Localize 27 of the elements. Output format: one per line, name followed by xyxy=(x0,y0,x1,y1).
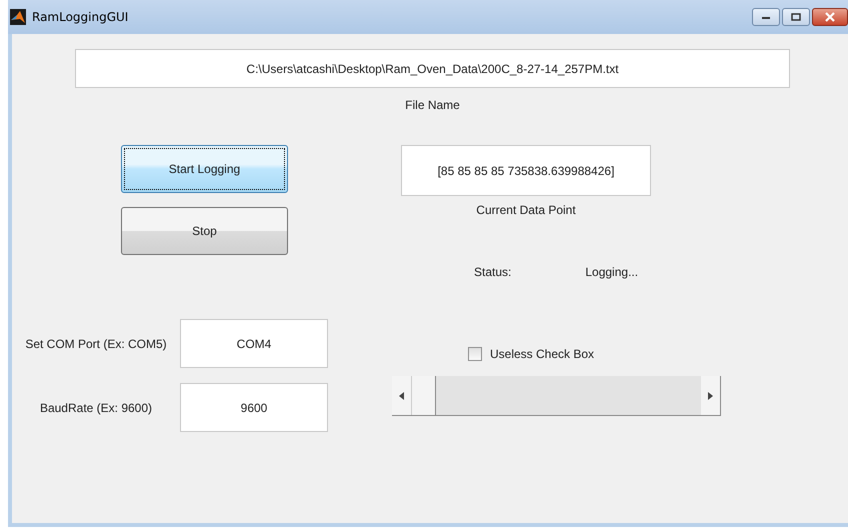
close-button[interactable] xyxy=(812,8,848,26)
file-name-label: File Name xyxy=(405,98,460,112)
horizontal-slider[interactable] xyxy=(392,376,721,416)
maximize-button[interactable] xyxy=(782,8,810,26)
left-triangle-icon xyxy=(399,392,404,400)
baud-rate-label: BaudRate (Ex: 9600) xyxy=(38,400,154,414)
maximize-icon xyxy=(791,13,801,21)
minimize-icon xyxy=(761,14,771,20)
window-title: RamLoggingGUI xyxy=(32,10,128,24)
useless-checkbox[interactable]: Useless Check Box xyxy=(468,347,721,361)
app-logo-icon xyxy=(10,9,26,25)
stop-button[interactable]: Stop xyxy=(121,207,288,255)
file-name-field[interactable]: C:\Users\atcashi\Desktop\Ram_Oven_Data\200C_8-27-14_257PM.txt xyxy=(75,49,790,88)
current-data-point-label: Current Data Point xyxy=(476,203,576,217)
right-arrow-button[interactable] xyxy=(701,376,720,415)
current-data-point-field: [85 85 85 85 735838.639988426] xyxy=(401,145,651,196)
minimize-button[interactable] xyxy=(752,8,780,26)
status-value: Logging... xyxy=(585,265,638,279)
left-arrow-button[interactable] xyxy=(392,376,411,415)
status-label: Status: xyxy=(474,265,512,279)
com-port-field[interactable]: COM4 xyxy=(180,319,328,368)
baud-rate-field[interactable]: 9600 xyxy=(180,383,328,432)
start-logging-button[interactable]: Start Logging xyxy=(121,145,288,193)
close-icon xyxy=(824,12,836,22)
com-port-label: Set COM Port (Ex: COM5) xyxy=(24,336,168,350)
slider-thumb[interactable] xyxy=(411,376,436,415)
right-triangle-icon xyxy=(708,392,713,400)
